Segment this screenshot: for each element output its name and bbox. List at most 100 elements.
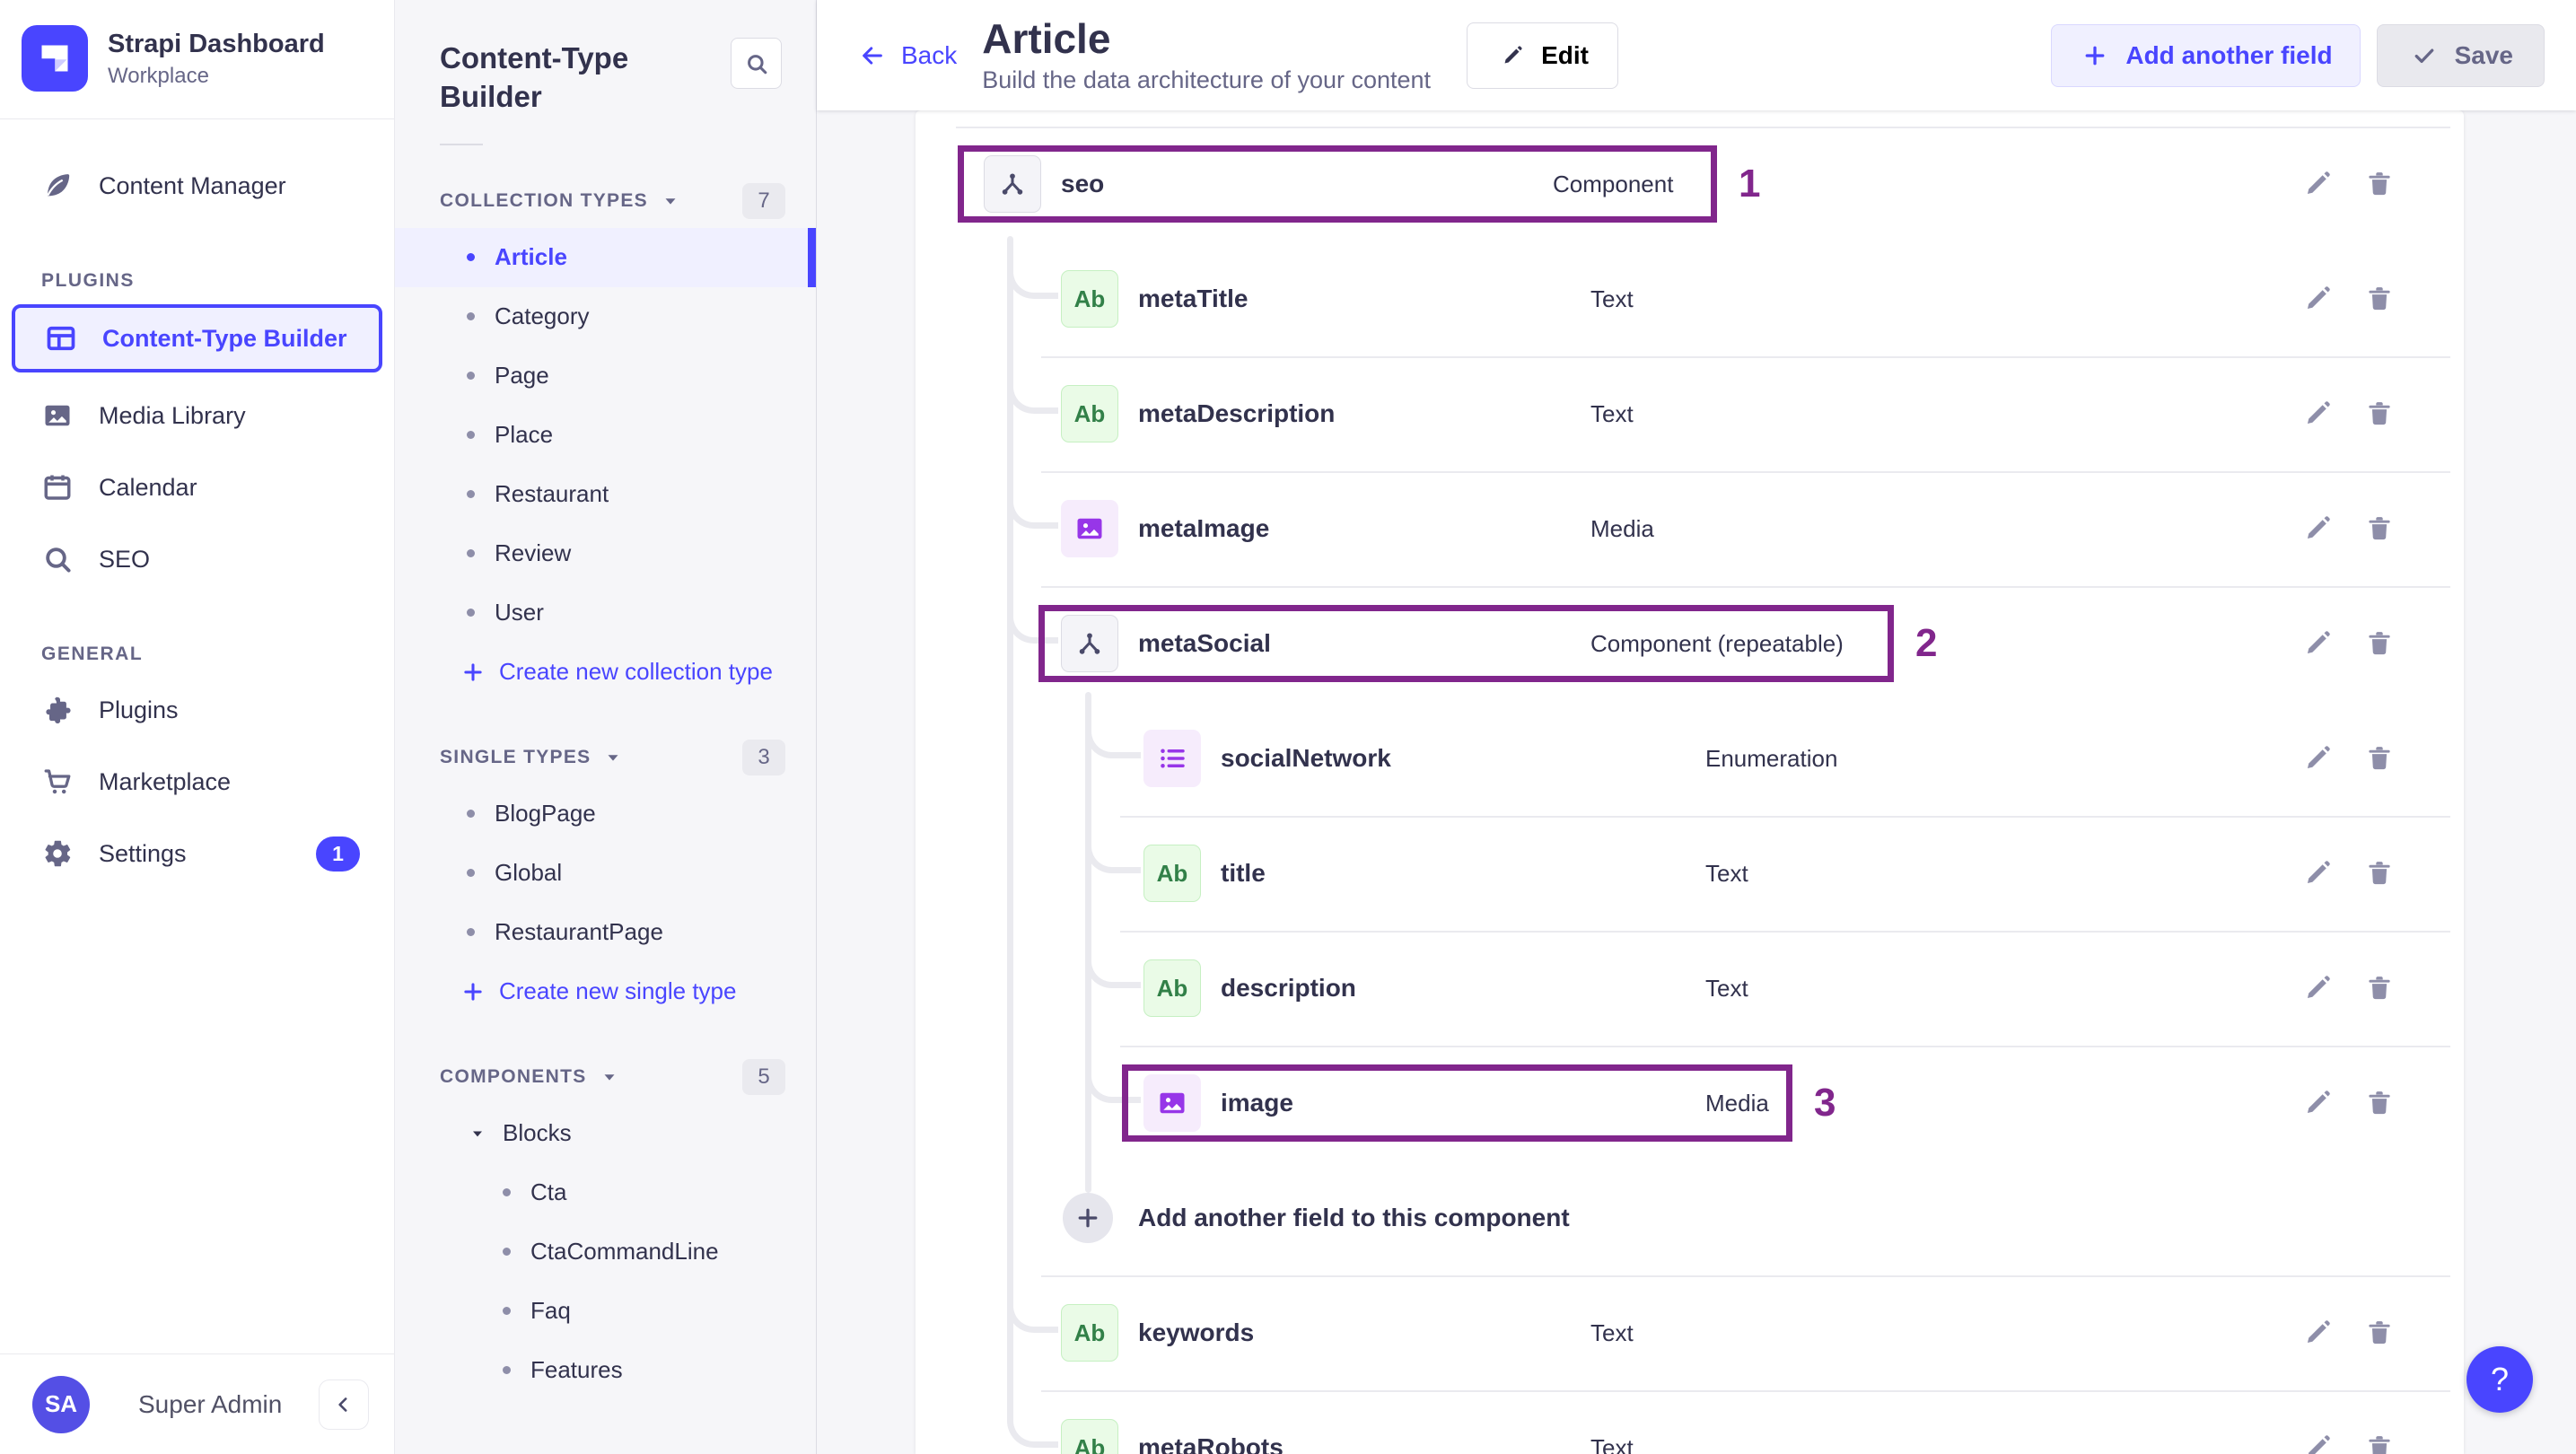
sidebar-item-label: Marketplace bbox=[99, 767, 232, 795]
subnav-item-label: Place bbox=[495, 421, 554, 449]
field-type: Media bbox=[1705, 1089, 1769, 1117]
media-field-icon bbox=[1061, 500, 1118, 557]
subnav-group-blocks[interactable]: Blocks bbox=[395, 1104, 816, 1163]
bullet-icon bbox=[467, 253, 475, 262]
row-divider bbox=[1120, 816, 2450, 818]
add-another-field-label: Add another field bbox=[2125, 40, 2333, 69]
sidebar-item-label: Plugins bbox=[99, 696, 179, 723]
calendar-icon bbox=[41, 471, 74, 504]
subnav-item-category[interactable]: Category bbox=[395, 287, 816, 346]
group-label: Blocks bbox=[503, 1119, 572, 1147]
edit-field-button[interactable] bbox=[2298, 1083, 2337, 1123]
sidebar-item-seo[interactable]: SEO bbox=[0, 527, 394, 591]
section-count-badge: 7 bbox=[742, 182, 785, 219]
subnav-item-article[interactable]: Article bbox=[395, 227, 816, 287]
search-button[interactable] bbox=[731, 38, 782, 89]
sidebar-item-content-manager[interactable]: Content Manager bbox=[0, 153, 394, 218]
text-field-icon: Ab bbox=[1061, 385, 1118, 442]
edit-button[interactable]: Edit bbox=[1467, 22, 1618, 89]
add-field-label[interactable]: Add another field to this component bbox=[1138, 1161, 1570, 1275]
bullet-icon bbox=[467, 928, 475, 937]
text-field-icon: Ab bbox=[1061, 1304, 1118, 1362]
edit-field-button[interactable] bbox=[2298, 624, 2337, 663]
bullet-icon bbox=[467, 431, 475, 440]
subnav-item-global[interactable]: Global bbox=[395, 844, 816, 903]
workspace-header[interactable]: Strapi Dashboard Workplace bbox=[0, 0, 394, 119]
edit-field-button[interactable] bbox=[2298, 854, 2337, 893]
back-link[interactable]: Back bbox=[856, 41, 957, 70]
subnav-item-place[interactable]: Place bbox=[395, 406, 816, 465]
field-name: metaSocial bbox=[1138, 629, 1271, 657]
page-header: Back Article Build the data architecture… bbox=[817, 0, 2576, 110]
subnav-item-restaurant[interactable]: Restaurant bbox=[395, 465, 816, 524]
subnav-section-components[interactable]: COMPONENTS 5 bbox=[440, 1058, 785, 1095]
action-create-new-collection-type[interactable]: Create new collection type bbox=[395, 643, 816, 702]
edit-field-button[interactable] bbox=[2298, 968, 2337, 1008]
bullet-icon bbox=[467, 810, 475, 819]
subnav-section-single-types[interactable]: SINGLE TYPES 3 bbox=[440, 739, 785, 775]
field-type: Component (repeatable) bbox=[1590, 629, 1844, 657]
delete-field-button[interactable] bbox=[2360, 624, 2399, 663]
subnav-item-features[interactable]: Features bbox=[395, 1341, 816, 1400]
subnav-section-collection-types[interactable]: COLLECTION TYPES 7 bbox=[440, 182, 785, 219]
save-button[interactable]: Save bbox=[2376, 23, 2545, 87]
media-field-icon bbox=[1143, 1074, 1201, 1132]
main-sidebar: Strapi Dashboard Workplace Content Manag… bbox=[0, 0, 395, 1454]
component-icon bbox=[1061, 615, 1118, 672]
subnav-item-faq[interactable]: Faq bbox=[395, 1282, 816, 1341]
subnav-item-restaurantpage[interactable]: RestaurantPage bbox=[395, 903, 816, 962]
edit-field-button[interactable] bbox=[2298, 739, 2337, 778]
delete-field-button[interactable] bbox=[2360, 1313, 2399, 1353]
action-label: Create new collection type bbox=[499, 658, 773, 686]
field-row-title: Ab title Text bbox=[916, 816, 2464, 931]
delete-field-button[interactable] bbox=[2360, 394, 2399, 434]
bullet-icon bbox=[467, 372, 475, 381]
action-create-new-single-type[interactable]: Create new single type bbox=[395, 962, 816, 1021]
component-icon bbox=[984, 155, 1041, 213]
caret-down-icon bbox=[600, 1067, 619, 1087]
edit-field-button[interactable] bbox=[2298, 509, 2337, 548]
delete-field-button[interactable] bbox=[2360, 1083, 2399, 1123]
subnav-item-user[interactable]: User bbox=[395, 583, 816, 643]
sidebar-item-settings[interactable]: Settings 1 bbox=[0, 821, 394, 886]
delete-field-button[interactable] bbox=[2360, 164, 2399, 204]
sidebar-item-calendar[interactable]: Calendar bbox=[0, 455, 394, 520]
subnav-item-label: Global bbox=[495, 859, 563, 887]
annotation-number: 2 bbox=[1915, 621, 1938, 665]
add-field-circle-button[interactable] bbox=[1063, 1193, 1113, 1243]
subnav-item-page[interactable]: Page bbox=[395, 346, 816, 406]
sidebar-item-plugins[interactable]: Plugins bbox=[0, 678, 394, 742]
edit-field-button[interactable] bbox=[2298, 394, 2337, 434]
row-divider bbox=[1120, 1046, 2450, 1047]
delete-field-button[interactable] bbox=[2360, 854, 2399, 893]
subnav-item-label: User bbox=[495, 599, 544, 626]
edit-field-button[interactable] bbox=[2298, 1428, 2337, 1454]
back-label: Back bbox=[901, 40, 958, 69]
content-type-builder-panel: Content-Type Builder COLLECTION TYPES 7 Ar… bbox=[395, 0, 817, 1454]
user-profile[interactable]: SA Super Admin bbox=[0, 1353, 394, 1454]
subnav-item-ctacommandline[interactable]: CtaCommandLine bbox=[395, 1222, 816, 1282]
field-type: Text bbox=[1590, 285, 1634, 312]
delete-field-button[interactable] bbox=[2360, 509, 2399, 548]
delete-field-button[interactable] bbox=[2360, 279, 2399, 319]
bullet-icon bbox=[503, 1307, 511, 1316]
edit-field-button[interactable] bbox=[2298, 279, 2337, 319]
delete-field-button[interactable] bbox=[2360, 1428, 2399, 1454]
subnav-item-blogpage[interactable]: BlogPage bbox=[395, 784, 816, 844]
add-another-field-button[interactable]: Add another field bbox=[2051, 23, 2361, 87]
delete-field-button[interactable] bbox=[2360, 968, 2399, 1008]
delete-field-button[interactable] bbox=[2360, 739, 2399, 778]
collapse-sidebar-button[interactable] bbox=[319, 1379, 369, 1430]
subnav-item-review[interactable]: Review bbox=[395, 524, 816, 583]
subnav-item-label: Features bbox=[530, 1356, 623, 1384]
sidebar-item-marketplace[interactable]: Marketplace bbox=[0, 749, 394, 814]
annotation-number: 3 bbox=[1814, 1081, 1836, 1125]
subnav-item-cta[interactable]: Cta bbox=[395, 1163, 816, 1222]
field-type: Text bbox=[1590, 1318, 1634, 1346]
help-button[interactable]: ? bbox=[2466, 1346, 2533, 1413]
sidebar-item-media-library[interactable]: Media Library bbox=[0, 383, 394, 448]
edit-field-button[interactable] bbox=[2298, 164, 2337, 204]
edit-field-button[interactable] bbox=[2298, 1313, 2337, 1353]
sidebar-item-content-type-builder[interactable]: Content-Type Builder bbox=[12, 304, 382, 372]
field-type: Enumeration bbox=[1705, 744, 1838, 772]
